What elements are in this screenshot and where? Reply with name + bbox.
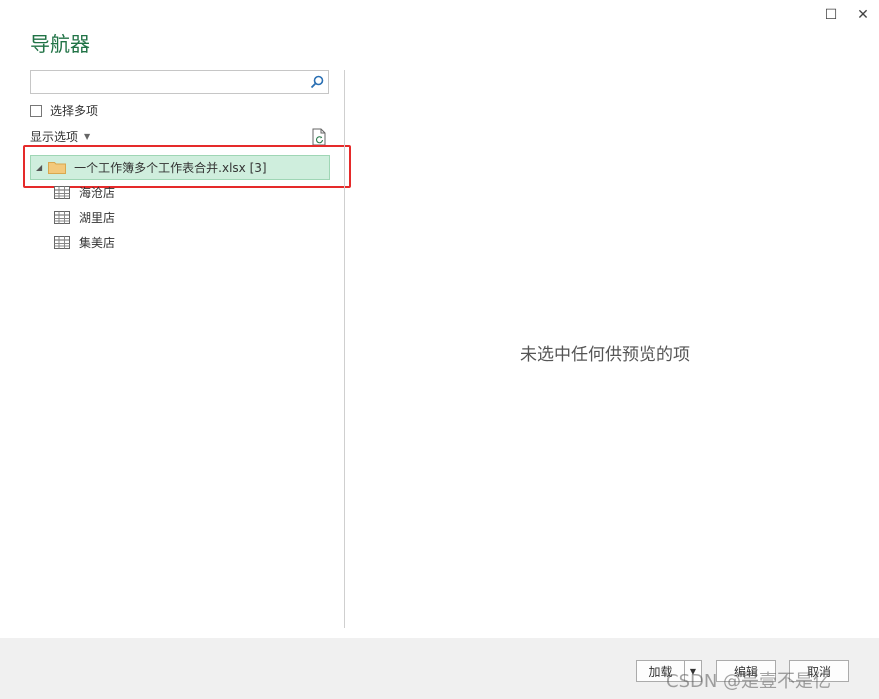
tree-item-jimei[interactable]: 集美店	[54, 234, 115, 251]
select-multiple-checkbox[interactable]	[30, 104, 42, 117]
display-options-dropdown[interactable]: 显示选项 ▼	[30, 128, 90, 145]
table-icon	[54, 186, 70, 199]
tree-item-label: 海沧店	[79, 186, 116, 200]
search-icon[interactable]	[309, 74, 325, 90]
tree-item-label: 集美店	[79, 236, 116, 250]
search-input[interactable]	[31, 71, 301, 93]
refresh-icon[interactable]	[311, 128, 327, 146]
preview-empty-message: 未选中任何供预览的项	[520, 345, 690, 365]
select-multiple-option[interactable]: 选择多项	[30, 102, 98, 119]
table-icon	[54, 236, 70, 249]
tree-item-huli[interactable]: 湖里店	[54, 209, 115, 226]
caret-down-icon: ▼	[84, 132, 91, 141]
display-options-label: 显示选项	[30, 130, 79, 144]
table-icon	[54, 211, 70, 224]
close-button[interactable]: ✕	[852, 4, 874, 24]
tree-item-haicang[interactable]: 海沧店	[54, 184, 115, 201]
select-multiple-label: 选择多项	[50, 104, 99, 118]
highlight-annotation	[23, 145, 351, 188]
maximize-button[interactable]: ☐	[820, 4, 842, 24]
tree-item-label: 湖里店	[79, 211, 116, 225]
search-box	[30, 70, 329, 94]
watermark-text: CSDN @是壹不是亿	[666, 671, 832, 692]
dialog-title: 导航器	[30, 32, 90, 56]
